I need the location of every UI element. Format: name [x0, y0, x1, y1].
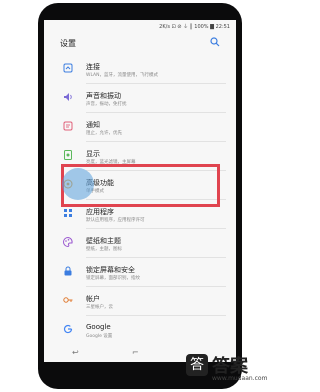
google-icon — [63, 324, 73, 334]
settings-item-lock-screen-security[interactable]: 锁定屏幕和安全 锁定屏幕，面部识别，指纹 — [44, 259, 236, 287]
status-bar: 2K/s ⊡ ⊘ ⏚ ║ 100% ▇ 22:51 — [44, 20, 236, 32]
settings-header: 设置 — [44, 32, 236, 54]
apps-icon — [64, 209, 72, 217]
recent-apps-icon[interactable]: ⌐ — [132, 348, 139, 357]
item-label: 锁定屏幕和安全 — [86, 266, 135, 274]
settings-item-connections[interactable]: 连接 WLAN，蓝牙，流量使用，飞行模式 — [44, 56, 236, 84]
item-label: 连接 — [86, 63, 100, 71]
item-subtitle: 三星帐户，云 — [86, 305, 113, 310]
palette-icon — [63, 236, 73, 248]
item-subtitle: 声音，振动，免打扰 — [86, 102, 127, 107]
item-subtitle: WLAN，蓝牙，流量使用，飞行模式 — [86, 73, 159, 78]
watermark-logo: 答 — [186, 354, 208, 376]
page-title: 设置 — [60, 39, 76, 48]
settings-item-notifications[interactable]: 通知 阻止，允许，优先 — [44, 114, 236, 142]
divider — [86, 228, 226, 229]
settings-item-wallpapers-themes[interactable]: 壁纸和主题 壁纸，主题，图标 — [44, 230, 236, 258]
divider — [86, 141, 226, 142]
tap-indicator — [62, 168, 94, 200]
settings-item-accounts[interactable]: 帐户 三星帐户，云 — [44, 288, 236, 316]
item-label: 帐户 — [86, 295, 100, 303]
wifi-icon — [63, 63, 73, 73]
speaker-icon — [64, 93, 72, 101]
item-label: 声音和振动 — [86, 92, 121, 100]
divider — [86, 83, 226, 84]
search-icon[interactable] — [210, 37, 220, 47]
divider — [86, 286, 226, 287]
item-label: Google — [86, 323, 111, 331]
divider — [86, 257, 226, 258]
item-label: 应用程序 — [86, 208, 114, 216]
watermark: 答 答案 www.mudaan.com — [184, 350, 272, 388]
item-subtitle: 锁定屏幕，面部识别，指纹 — [86, 276, 140, 281]
status-text: 2K/s ⊡ ⊘ ⏚ ║ 100% ▇ 22:51 — [159, 24, 230, 30]
lock-icon — [64, 266, 72, 276]
item-subtitle: 阻止，允许，优先 — [86, 131, 122, 136]
key-icon — [63, 297, 73, 303]
item-subtitle: 默认应用程序，应用程序许可 — [86, 218, 145, 223]
bell-icon — [63, 121, 73, 131]
item-label: 通知 — [86, 121, 100, 129]
item-subtitle: Google 设置 — [86, 334, 113, 339]
item-label: 显示 — [86, 150, 100, 158]
settings-item-sound[interactable]: 声音和振动 声音，振动，免打扰 — [44, 85, 236, 113]
settings-item-google[interactable]: Google Google 设置 — [44, 317, 236, 345]
item-subtitle: 壁纸，主题，图标 — [86, 247, 122, 252]
item-label: 壁纸和主题 — [86, 237, 121, 245]
back-icon[interactable]: ↩ — [72, 348, 79, 357]
divider — [86, 315, 226, 316]
display-icon — [64, 150, 72, 160]
divider — [86, 112, 226, 113]
watermark-url: www.mudaan.com — [212, 375, 268, 382]
